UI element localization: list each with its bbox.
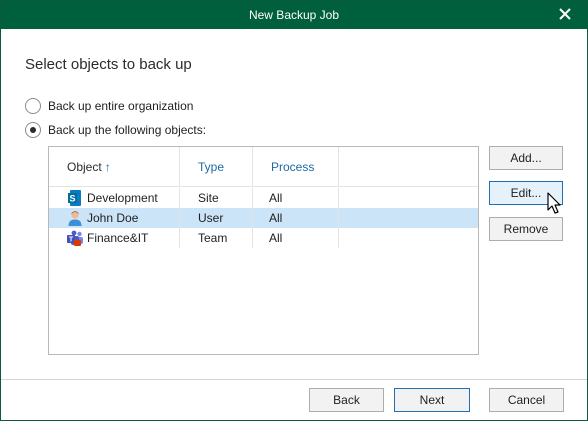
title-bar: New Backup Job (1, 1, 587, 29)
window-title: New Backup Job (248, 8, 340, 22)
objects-list[interactable]: Object ↑ Type Process S Development Site … (48, 146, 479, 355)
radio-button-checked[interactable] (25, 122, 41, 138)
cell-process: All (253, 228, 339, 248)
mouse-pointer-icon (547, 192, 561, 214)
sort-ascending-arrow-icon: ↑ (104, 160, 111, 174)
cell-type: User (180, 208, 253, 228)
cell-object: S Development (49, 188, 180, 208)
next-button[interactable]: Next (394, 388, 470, 412)
column-header-object[interactable]: Object ↑ (49, 147, 180, 187)
object-name: John Doe (87, 211, 139, 225)
cell-process: All (253, 188, 339, 208)
radio-label: Back up the following objects: (48, 123, 207, 137)
cell-process: All (253, 208, 339, 228)
svg-text:S: S (69, 194, 75, 204)
cancel-button[interactable]: Cancel (489, 388, 564, 412)
sharepoint-site-icon: S (68, 190, 81, 206)
teams-icon: T (67, 230, 83, 246)
user-icon (68, 211, 82, 226)
back-button[interactable]: Back (309, 388, 384, 412)
table-row-selected[interactable]: John Doe User All (49, 208, 478, 228)
cell-empty (339, 228, 478, 248)
radio-label: Back up entire organization (48, 99, 194, 113)
close-icon[interactable] (557, 6, 573, 22)
object-name: Development (87, 191, 158, 205)
add-button[interactable]: Add... (489, 146, 563, 170)
object-name: Finance&IT (87, 231, 149, 245)
new-backup-job-dialog: New Backup Job Select objects to back up… (0, 0, 588, 421)
radio-entire-organization[interactable]: Back up entire organization (25, 98, 193, 114)
cell-empty (339, 188, 478, 208)
remove-button[interactable]: Remove (489, 217, 563, 241)
footer-divider (1, 379, 587, 380)
cell-type: Team (180, 228, 253, 248)
table-row[interactable]: T Finance&IT Team All (49, 228, 478, 248)
radio-following-objects[interactable]: Back up the following objects: (25, 122, 206, 138)
svg-text:T: T (69, 237, 74, 244)
cell-type: Site (180, 188, 253, 208)
cell-object: John Doe (49, 208, 180, 228)
cell-object: T Finance&IT (49, 228, 180, 248)
column-header-label: Object (67, 160, 102, 174)
list-header: Object ↑ Type Process (49, 147, 478, 187)
cell-empty (339, 208, 478, 228)
table-row[interactable]: S Development Site All (49, 188, 478, 208)
column-header-process[interactable]: Process (253, 147, 339, 187)
radio-button-unchecked[interactable] (25, 98, 41, 114)
page-heading: Select objects to back up (25, 56, 192, 73)
column-header-type[interactable]: Type (180, 147, 253, 187)
